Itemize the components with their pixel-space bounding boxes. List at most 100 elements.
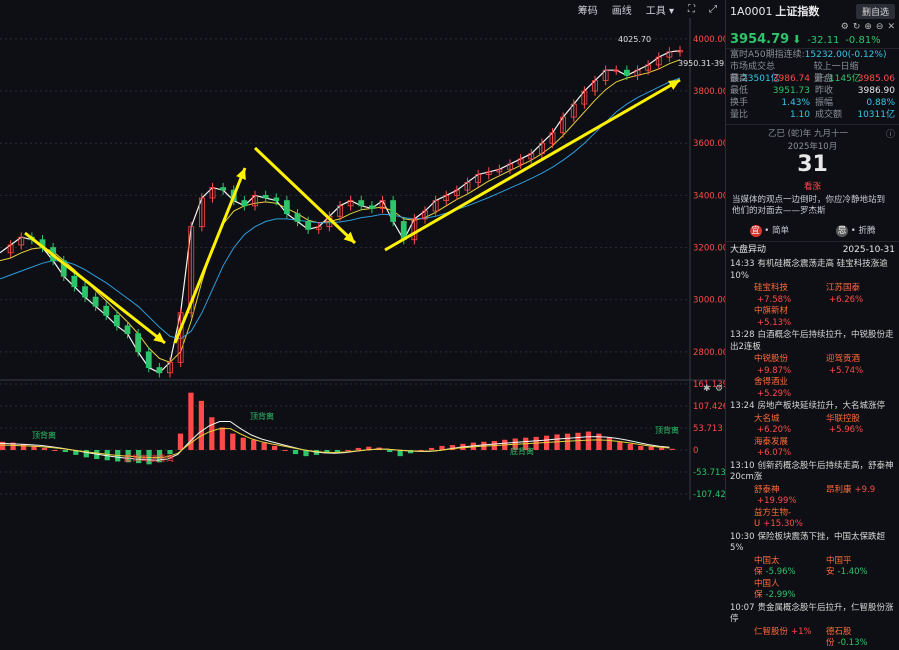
news-stock-line: 大名城+6.20% 华联控股+5.96% (726, 414, 899, 437)
macd-bar (62, 450, 68, 453)
news-title: 大盘异动 (730, 245, 767, 255)
news-item[interactable]: 10:30 保险板块震荡下挫，中国太保跌超5% (726, 531, 899, 556)
stock-name: 华联控股 (826, 413, 861, 424)
volume-row: 市场成交总额:23501亿 较上一日缩量:-1145亿 (726, 61, 899, 84)
sub-y-tick-label: 0 (693, 446, 698, 456)
kline-chart[interactable]: 4000.00 3800.00 3600.00 3400.00 3200.00 3000.… (0, 18, 725, 500)
news-stock-line: 海泰发展+6.07% (726, 437, 899, 460)
candle-body (262, 194, 269, 199)
expand-icon[interactable]: ⤢ (709, 4, 717, 15)
macd-bar (638, 445, 644, 450)
stock-name: 大名城 (754, 413, 780, 424)
trend-arrow (384, 78, 681, 252)
candle-body (82, 286, 88, 298)
draw-line-tool[interactable]: 画线 (612, 2, 632, 17)
macd-bar (52, 450, 58, 451)
pane-gear-icon[interactable]: ⚙ (715, 384, 723, 394)
macd-bar (606, 437, 612, 450)
remove-icon[interactable]: ⊖ (876, 22, 884, 32)
close-icon[interactable]: ✕ (887, 22, 895, 32)
news-list: 14:33 有机硅概念震荡走高 硅宝科技涨逾10% 硅宝科技+7.58% 江苏国泰+6… (726, 258, 899, 650)
futures-row: 富时A50期指连续:15232.00(-0.12%) (726, 48, 899, 61)
macd-bar (261, 442, 267, 450)
news-stock[interactable]: 仁智股份 +1% (754, 627, 816, 650)
stock-name: 迎驾贡酒 (826, 354, 861, 364)
news-stock-line: 中国太保 -5.96% 中国平安 -1.40% (726, 556, 899, 579)
stats-row: 最低 3951.73 昨收 3986.90 (726, 85, 899, 97)
stock-name: 中旗新材 (754, 306, 789, 316)
stock-change: +5.13% (757, 317, 792, 328)
news-stock-line: 益方生物-U +15.30% (726, 508, 899, 531)
y-tick-label: 4000.00 (693, 35, 725, 45)
calendar-tag: 看涨 (803, 182, 821, 192)
tools-menu[interactable]: 工具 ▾ (646, 2, 674, 17)
news-stock-line: 仁智股份 +1% 德石股份 -0.13% (726, 627, 899, 650)
macd-bar (240, 437, 246, 450)
refresh-icon[interactable]: ↻ (853, 22, 861, 32)
news-stock[interactable]: 中国人保 -2.99% (754, 579, 816, 602)
info-icon[interactable]: ⓘ (886, 127, 895, 140)
news-section: 大盘异动 2025-10-31 14:33 有机硅概念震荡走高 硅宝科技涨逾10%… (726, 241, 899, 650)
chart-area[interactable]: 筹码 画线 工具 ▾ ⛶ ⤢ 4000.00 3800.00 3600.00 3400… (0, 0, 725, 500)
stat-label: 量比 (730, 110, 749, 120)
news-stock[interactable]: 中旗新材+5.13% (754, 306, 816, 329)
stats-row: 换手 1.43% 振幅 0.88% (726, 97, 899, 109)
stock-change: +5.29% (757, 388, 792, 399)
delete-favorite-button[interactable]: 删自选 (855, 3, 895, 19)
calendar-month: 2025年10月 (787, 142, 838, 152)
stat-label: 开盘 (815, 74, 834, 84)
high-annotation: 4025.70 (618, 35, 651, 44)
news-stock[interactable]: 硅宝科技+7.58% (754, 283, 816, 306)
news-stock[interactable]: 中国平安 -1.40% (826, 556, 888, 579)
add-icon[interactable]: ⊕ (864, 22, 872, 32)
news-item[interactable]: 13:28 白酒概念午后持续拉升，中锐股份走出2连板 (726, 329, 899, 354)
news-stock[interactable]: 中国太保 -5.96% (754, 556, 816, 579)
macd-bar (575, 432, 581, 450)
lunar-date: 乙巳 (蛇)年 九月十一 (767, 129, 849, 139)
down-arrow-icon: ⬇ (792, 33, 802, 46)
stock-change: +5.74% (829, 365, 864, 376)
pane-settings-icon[interactable]: ✱ (703, 384, 711, 394)
sub-y-tick-label: -107.426 (693, 490, 725, 500)
fullscreen-icon[interactable]: ⛶ (688, 4, 695, 15)
news-stock[interactable]: 江苏国泰+6.26% (826, 283, 888, 306)
news-item[interactable]: 13:24 房地产板块延续拉升，大名城涨停 (726, 400, 899, 414)
news-stock[interactable]: 昂利康 +9.9 (826, 485, 888, 508)
candle-body (71, 275, 78, 288)
candle-body (368, 205, 375, 209)
news-stock[interactable]: 海泰发展+6.07% (754, 437, 816, 460)
stock-change: -0.13% (837, 638, 868, 648)
news-stock[interactable]: 华联控股+5.96% (826, 414, 888, 437)
settings-icon[interactable]: ⚙ (841, 22, 849, 32)
stock-change: +6.20% (757, 425, 792, 435)
news-stock[interactable]: 益方生物-U +15.30% (754, 508, 816, 531)
news-stock[interactable]: 舍得酒业+5.29% (754, 377, 816, 400)
stock-name: 仁智股份 (754, 626, 789, 637)
news-stock[interactable]: 中锐股份+9.87% (754, 354, 816, 377)
y-tick-label: 3600.00 (693, 139, 725, 149)
stock-change: +5.96% (829, 425, 864, 435)
stat-value: 3986.74 (772, 74, 810, 84)
news-time: 10:07 (730, 602, 755, 613)
news-item[interactable]: 14:33 有机硅概念震荡走高 硅宝科技涨逾10% (726, 258, 899, 283)
stat-value: 3951.73 (772, 86, 810, 96)
stat-value: 3986.90 (857, 86, 895, 96)
price-row: 3954.79 ⬇ -32.11 -0.81% (726, 32, 899, 48)
news-time: 14:33 (730, 259, 755, 269)
stats-row: 量比 1.10 成交额 10311亿 (726, 109, 899, 121)
chips-tool[interactable]: 筹码 (578, 2, 598, 17)
divergence-label: 顶背离 (655, 425, 679, 435)
news-stock[interactable]: 舒泰神+19.99% (754, 485, 816, 508)
news-stock[interactable]: 德石股份 -0.13% (826, 627, 888, 650)
news-stock[interactable]: 大名城+6.20% (754, 414, 816, 437)
stat-label: 振幅 (815, 98, 834, 108)
macd-bar (355, 447, 361, 450)
news-item[interactable]: 10:07 贵金属概念股午后拉升，仁智股份涨停 (726, 602, 899, 627)
candle-body (103, 305, 110, 316)
macd-bar (251, 439, 257, 450)
candle-body (135, 333, 142, 353)
news-stock[interactable]: 迎驾贡酒+5.74% (826, 354, 888, 377)
macd-bar (282, 450, 288, 451)
macd-bar (648, 446, 654, 450)
news-item[interactable]: 13:10 创新药概念股午后持续走高，舒泰神20cm涨 (726, 460, 899, 485)
